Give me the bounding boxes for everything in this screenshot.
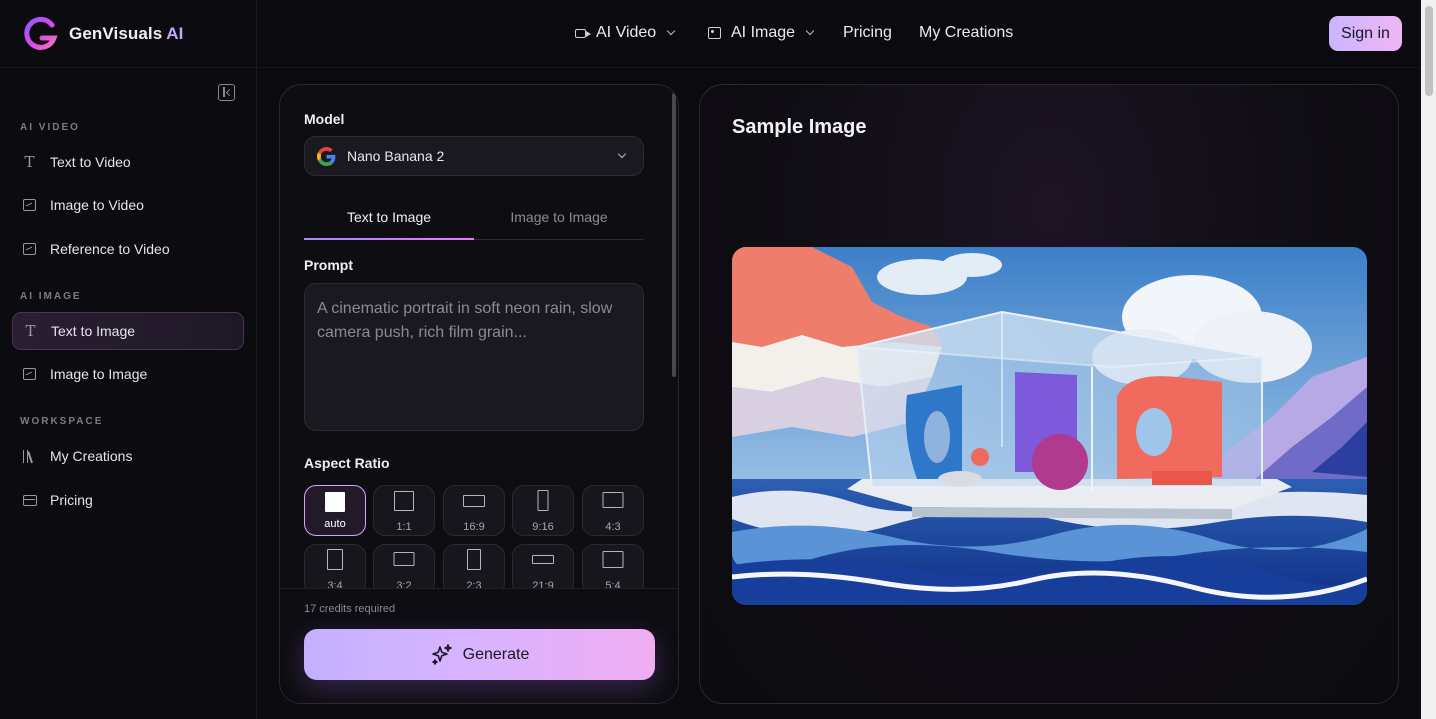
- ratio-shape: [602, 551, 624, 568]
- nav-pricing[interactable]: Pricing: [843, 24, 892, 42]
- model-select-value: Nano Banana 2: [347, 148, 445, 164]
- sidebar-item-label: Text to Video: [50, 154, 131, 170]
- prompt-input[interactable]: A cinematic portrait in soft neon rain, …: [304, 283, 644, 431]
- card-icon: [22, 494, 37, 506]
- text-icon: T: [24, 153, 35, 171]
- ratio-shape: [325, 492, 345, 512]
- nav-ai-video[interactable]: AI Video: [575, 24, 676, 42]
- ratio-shape: [393, 552, 415, 566]
- chevron-down-icon: [666, 26, 676, 36]
- ratio-label: 16:9: [463, 521, 485, 533]
- collapse-sidebar-icon[interactable]: [218, 84, 235, 101]
- form-footer: 17 credits required Generate: [280, 588, 678, 703]
- ratio-label: 4:3: [605, 521, 621, 533]
- image-icon: [23, 199, 36, 211]
- sidebar-item-text-to-image[interactable]: T Text to Image: [12, 312, 244, 350]
- sidebar-item-label: Reference to Video: [50, 241, 170, 257]
- ratio-shape: [532, 555, 554, 564]
- sidebar-item-label: Image to Image: [50, 366, 148, 382]
- library-icon: [22, 449, 37, 463]
- nav-ai-video-label: AI Video: [596, 24, 657, 41]
- page-scrollbar-thumb[interactable]: [1425, 6, 1433, 96]
- page-scrollbar[interactable]: [1421, 0, 1436, 719]
- logo[interactable]: GenVisuals AI: [0, 0, 256, 68]
- mode-tabs: Text to Image Image to Image: [304, 199, 644, 240]
- sample-image-illustration: [732, 247, 1367, 605]
- brand-name: GenVisuals: [69, 23, 163, 43]
- model-select[interactable]: Nano Banana 2: [304, 136, 644, 176]
- ratio-option-auto[interactable]: auto: [304, 485, 366, 536]
- sidebar-item-image-to-video[interactable]: Image to Video: [12, 186, 244, 224]
- chevron-down-icon: [805, 26, 815, 36]
- sidebar-item-pricing[interactable]: Pricing: [12, 481, 244, 519]
- tab-image-to-image[interactable]: Image to Image: [474, 209, 644, 225]
- section-label-workspace: WORKSPACE: [20, 416, 104, 427]
- top-nav: AI Video AI Image Pricing My Creations S…: [257, 0, 1421, 68]
- sign-in-button[interactable]: Sign in: [1329, 16, 1402, 51]
- sidebar-item-image-to-image[interactable]: Image to Image: [12, 355, 244, 393]
- sidebar: GenVisuals AI AI VIDEO T Text to Video Im…: [0, 0, 257, 719]
- nav-ai-image-label: AI Image: [731, 24, 796, 41]
- section-label-ai-video: AI VIDEO: [20, 122, 80, 133]
- section-label-ai-image: AI IMAGE: [20, 291, 82, 302]
- nav-my-creations[interactable]: My Creations: [919, 24, 1013, 42]
- sidebar-item-label: My Creations: [50, 448, 133, 464]
- sidebar-item-text-to-video[interactable]: T Text to Video: [12, 143, 244, 181]
- sidebar-item-label: Pricing: [50, 492, 93, 508]
- generate-button[interactable]: Generate: [304, 629, 655, 680]
- chevron-down-icon: [617, 149, 627, 159]
- ratio-option-4-3[interactable]: 4:3: [582, 485, 644, 536]
- generation-form-panel: Model Nano Banana 2 Text to Image Image …: [279, 84, 679, 704]
- tab-text-to-image[interactable]: Text to Image: [304, 209, 474, 225]
- sparkle-icon: [431, 643, 452, 665]
- google-icon: [317, 146, 336, 166]
- nav-ai-image[interactable]: AI Image: [708, 24, 815, 42]
- ratio-label: 1:1: [396, 521, 412, 533]
- ratio-option-9-16[interactable]: 9:16: [512, 485, 574, 536]
- sidebar-item-my-creations[interactable]: My Creations: [12, 437, 244, 475]
- image-icon: [708, 27, 721, 39]
- ratio-shape: [602, 492, 624, 508]
- model-label: Model: [304, 111, 345, 127]
- sidebar-item-label: Image to Video: [50, 197, 144, 213]
- ratio-shape: [467, 549, 481, 570]
- active-tab-indicator: [304, 238, 474, 240]
- sidebar-item-label: Text to Image: [51, 323, 136, 339]
- panel-scrollbar[interactable]: [672, 93, 676, 377]
- ratio-shape: [537, 490, 549, 511]
- brand-suffix: AI: [166, 23, 184, 43]
- ratio-shape: [327, 549, 343, 570]
- aspect-ratio-label: Aspect Ratio: [304, 455, 390, 471]
- image-icon: [23, 243, 36, 255]
- ratio-shape: [463, 495, 485, 507]
- ratio-shape: [394, 491, 414, 511]
- ratio-option-1-1[interactable]: 1:1: [373, 485, 435, 536]
- video-camera-icon: [575, 28, 591, 38]
- ratio-label: auto: [324, 518, 346, 530]
- preview-panel: Sample Image: [699, 84, 1399, 704]
- credits-required: 17 credits required: [304, 603, 396, 615]
- ratio-label: 9:16: [532, 521, 554, 533]
- sample-image: [732, 247, 1367, 605]
- ratio-option-16-9[interactable]: 16:9: [443, 485, 505, 536]
- image-icon: [23, 368, 36, 380]
- generate-label: Generate: [462, 645, 530, 663]
- brand-logo-icon: [24, 16, 58, 50]
- text-icon: T: [25, 322, 36, 340]
- prompt-label: Prompt: [304, 257, 353, 273]
- sidebar-item-reference-to-video[interactable]: Reference to Video: [12, 230, 244, 268]
- preview-title: Sample Image: [732, 116, 867, 138]
